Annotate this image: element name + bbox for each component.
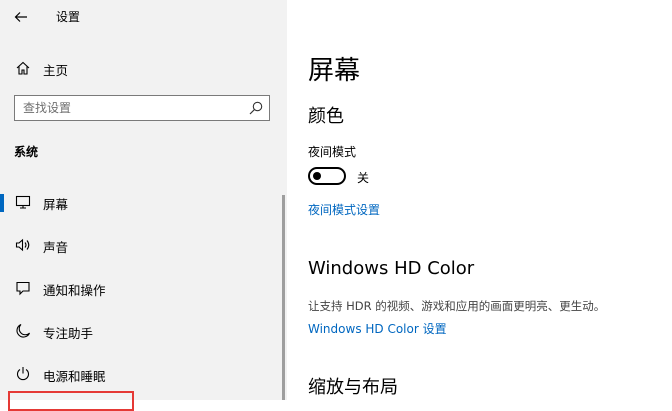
window-title: 设置 [56,10,81,24]
sidebar-item-notifications[interactable]: 通知和操作 [0,272,287,304]
moon-icon [13,321,33,341]
sidebar-scrollbar[interactable] [282,195,285,400]
sidebar-item-sound[interactable]: 声音 [0,229,287,261]
search-input[interactable] [23,99,243,117]
hdr-section-heading: Windows HD Color [308,258,475,279]
group-label-system: 系统 [14,145,39,159]
selection-indicator [0,194,4,212]
main-content: 屏幕 颜色 夜间模式 关 夜间模式设置 Windows HD Color 让支持… [287,0,672,400]
color-section-heading: 颜色 [308,106,344,127]
back-button[interactable] [10,6,32,28]
notification-icon [13,278,33,298]
speaker-icon [13,235,33,255]
sidebar-item-display[interactable]: 屏幕 [0,186,287,218]
night-mode-label: 夜间模式 [308,145,357,159]
home-icon [13,58,33,78]
sidebar-item-label: 专注助手 [43,326,94,341]
monitor-icon [13,192,33,212]
sidebar-item-home[interactable]: 主页 [0,54,287,82]
page-title: 屏幕 [308,56,361,86]
toggle-knob [313,172,321,180]
night-mode-settings-link[interactable]: 夜间模式设置 [308,201,380,218]
search-box[interactable] [14,95,270,121]
sidebar-item-label: 声音 [43,240,69,255]
sidebar-item-label: 屏幕 [43,197,69,212]
highlight-box [8,391,134,411]
title-bar: 设置 [0,0,287,34]
sidebar-item-label: 通知和操作 [43,283,106,298]
sidebar: 设置 主页 系统 屏幕 [0,0,287,411]
sidebar-item-label: 电源和睡眠 [43,369,106,384]
sidebar-item-focus-assist[interactable]: 专注助手 [0,315,287,347]
toggle-state-label: 关 [357,171,370,185]
sidebar-item-power-sleep[interactable]: 电源和睡眠 [0,358,287,390]
power-icon [13,364,33,384]
night-mode-toggle[interactable] [308,167,346,185]
back-arrow-icon [14,12,27,22]
hdr-description: 让支持 HDR 的视频、游戏和应用的画面更明亮、更生动。 [308,299,606,313]
scale-layout-heading: 缩放与布局 [308,377,398,398]
home-label: 主页 [43,63,69,78]
search-icon[interactable] [248,100,264,116]
hdr-settings-link[interactable]: Windows HD Color 设置 [308,320,447,337]
